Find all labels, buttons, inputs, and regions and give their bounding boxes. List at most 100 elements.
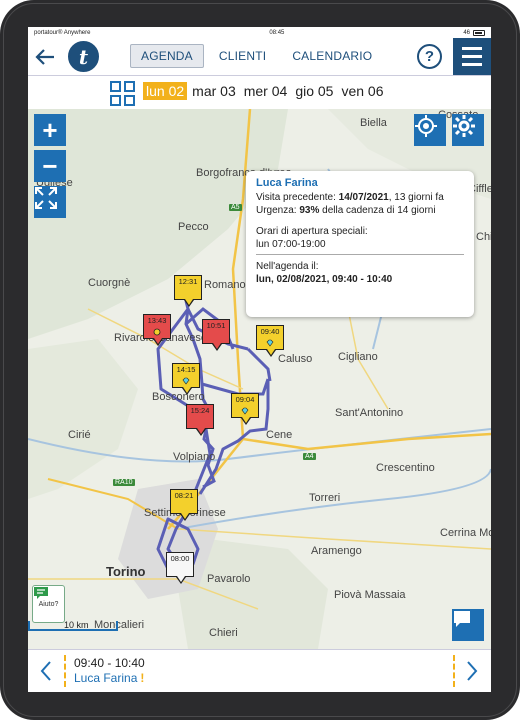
- tablet-frame: portatour® Anywhere 08:45 46 t AGENDA CL…: [0, 0, 520, 720]
- map-settings-button[interactable]: [452, 114, 484, 146]
- app-logo[interactable]: t: [68, 41, 99, 72]
- map-label: Cirié: [68, 429, 91, 441]
- appointment-info[interactable]: 09:40 - 10:40 Luca Farina!: [74, 656, 145, 686]
- map-pin-selected[interactable]: 09:40: [256, 325, 284, 357]
- fit-bounds-button[interactable]: [34, 186, 66, 218]
- agenda-title: Nell'agenda il:: [256, 261, 319, 272]
- opening-hours-value: lun 07:00-19:00: [256, 239, 326, 250]
- warning-icon: !: [140, 671, 145, 685]
- tab-agenda[interactable]: AGENDA: [130, 44, 204, 68]
- pin-time: 08:21: [174, 491, 194, 500]
- pin-time: 13:43: [147, 316, 167, 325]
- crosshair-icon: [415, 115, 437, 137]
- map-label: Torreri: [309, 492, 341, 504]
- divider: [453, 655, 455, 687]
- day-wed[interactable]: mer 04: [241, 82, 291, 100]
- map-label: Pavarolo: [207, 573, 251, 585]
- help-chat-button[interactable]: Aiuto?: [32, 585, 65, 623]
- week-grid-icon[interactable]: [110, 81, 135, 106]
- map-label: Cerrina Mon: [440, 527, 491, 539]
- locate-button[interactable]: [414, 114, 446, 146]
- road-shield: RA10: [113, 479, 135, 486]
- screen: portatour® Anywhere 08:45 46 t AGENDA CL…: [28, 27, 491, 692]
- help-label: Aiuto?: [38, 600, 59, 608]
- road-shield: A5: [229, 204, 242, 211]
- map-label: Chi: [476, 231, 491, 243]
- divider: [256, 254, 464, 255]
- battery-percent: 46: [463, 29, 470, 36]
- day-list: lun 02 mar 03 mer 04 gio 05 ven 06: [143, 82, 387, 100]
- urgency: Urgenza: 93% della cadenza di 14 giorni: [256, 205, 436, 216]
- map-pin[interactable]: 08:00: [166, 552, 194, 584]
- previous-appointment-button[interactable]: [36, 658, 56, 684]
- pin-time: 12:31: [178, 277, 198, 286]
- help-button[interactable]: ?: [417, 44, 442, 69]
- menu-bar-icon: [462, 63, 482, 66]
- map-pin[interactable]: 08:21: [170, 489, 198, 521]
- tab-clienti[interactable]: CLIENTI: [208, 44, 277, 68]
- pin-dot-icon: [153, 328, 161, 336]
- map-pin[interactable]: 12:31: [174, 275, 202, 307]
- map-label: Biella: [360, 117, 387, 129]
- zoom-out-button[interactable]: −: [34, 150, 66, 182]
- map-label: Aramengo: [311, 545, 362, 557]
- carrier-label: portatour® Anywhere: [34, 29, 91, 36]
- map-label: Sant'Antonino: [335, 407, 404, 419]
- map-pin[interactable]: 14:15: [172, 363, 200, 395]
- pin-time: 08:00: [170, 554, 190, 563]
- menu-bar-icon: [462, 55, 482, 58]
- pin-time: 14:15: [176, 365, 196, 374]
- status-icons: 46: [463, 29, 485, 36]
- map-scale: 10 km: [28, 621, 118, 631]
- map-label: Volpiano: [173, 451, 216, 463]
- divider: [64, 655, 66, 687]
- pin-time: 09:40: [260, 327, 280, 336]
- logo-letter-icon: t: [78, 44, 89, 69]
- back-button[interactable]: [32, 44, 58, 70]
- map-label: Crescentino: [376, 462, 435, 474]
- map-label: Cuorgnè: [88, 277, 131, 289]
- customer-name[interactable]: Luca Farina: [256, 177, 464, 189]
- app-bar: t AGENDA CLIENTI CALENDARIO ?: [28, 38, 491, 75]
- zoom-in-button[interactable]: +: [34, 114, 66, 146]
- pin-time: 15:24: [190, 406, 210, 415]
- map-label: Romano: [204, 279, 246, 291]
- hamburger-menu-button[interactable]: [453, 38, 491, 75]
- pin-time: 10:51: [206, 321, 226, 330]
- agenda-value: lun, 02/08/2021, 09:40 - 10:40: [256, 274, 393, 285]
- map-pin[interactable]: 09:04: [231, 393, 259, 425]
- opening-hours-title: Orari di apertura speciali:: [256, 226, 368, 237]
- battery-icon: [473, 29, 485, 36]
- next-appointment-button[interactable]: [462, 658, 482, 684]
- day-selector: lun 02 mar 03 mer 04 gio 05 ven 06: [28, 75, 491, 109]
- feedback-button[interactable]: [452, 609, 484, 641]
- map-pin[interactable]: 13:43: [143, 314, 171, 346]
- map-label: Cene: [266, 429, 293, 441]
- message-icon: [454, 611, 470, 627]
- back-arrow-icon: [35, 49, 54, 65]
- appointment-time: 09:40 - 10:40: [74, 656, 145, 670]
- diamond-icon: [266, 339, 274, 347]
- day-fri[interactable]: ven 06: [338, 82, 386, 100]
- day-tue[interactable]: mar 03: [189, 82, 239, 100]
- map-label: Cigliano: [338, 351, 378, 363]
- day-thu[interactable]: gio 05: [292, 82, 336, 100]
- status-bar: portatour® Anywhere 08:45 46: [28, 27, 491, 38]
- route-map[interactable]: Biella Borgofranco d'Ivrea Pecco Romano …: [28, 109, 491, 649]
- diamond-icon: [182, 377, 190, 385]
- map-label: Bosconero: [152, 391, 205, 403]
- map-label: Caluso: [278, 353, 313, 365]
- map-pin[interactable]: 10:51: [202, 319, 230, 351]
- map-label: Piovà Massaia: [334, 589, 406, 601]
- chat-icon: [34, 587, 48, 599]
- day-mon[interactable]: lun 02: [143, 82, 188, 100]
- appointment-customer: Luca Farina: [74, 671, 138, 685]
- appointment-bar: 09:40 - 10:40 Luca Farina!: [28, 649, 491, 692]
- expand-icon: [35, 187, 57, 209]
- road-shield: A4: [303, 453, 316, 460]
- previous-visit: Visita precedente: 14/07/2021, 13 giorni…: [256, 192, 444, 203]
- map-pin[interactable]: 15:24: [186, 404, 214, 436]
- map-label: Pecco: [178, 221, 209, 233]
- tab-calendario[interactable]: CALENDARIO: [281, 44, 383, 68]
- clock: 08:45: [269, 29, 285, 36]
